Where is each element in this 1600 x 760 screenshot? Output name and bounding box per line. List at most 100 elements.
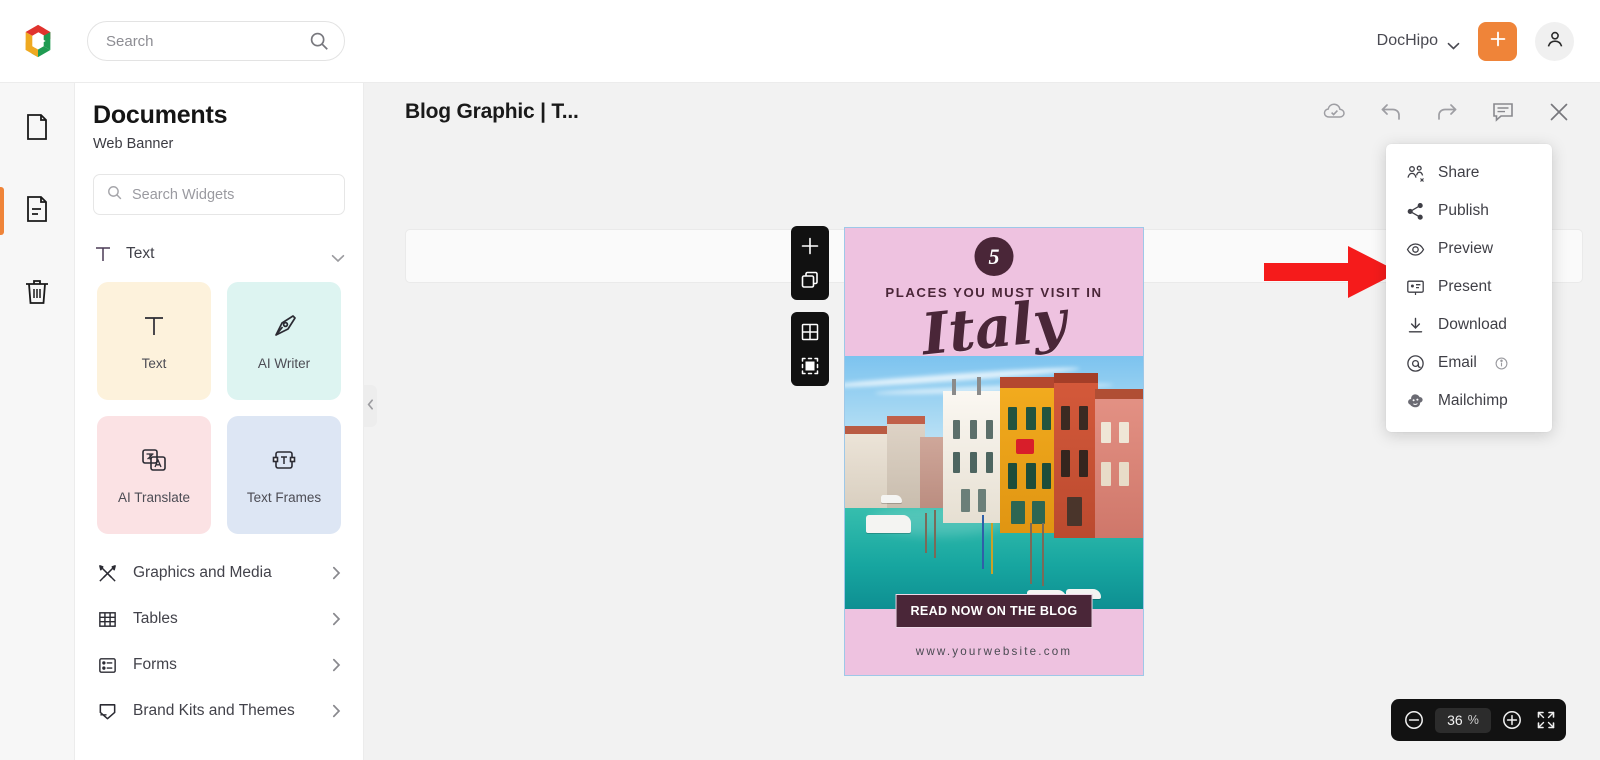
plus-icon[interactable] bbox=[799, 235, 821, 257]
design-website-url: www.yourwebsite.com bbox=[915, 645, 1073, 658]
brand-kit-icon bbox=[97, 701, 118, 722]
dochipo-editor-app: DocHipo bbox=[0, 0, 1600, 760]
sidebar-item-graphics-and-media[interactable]: Graphics and Media bbox=[75, 550, 363, 596]
presentation-screen-icon bbox=[1406, 278, 1425, 297]
category-list: Graphics and Media Tables Forms Brand Ki… bbox=[75, 534, 363, 734]
comment-bubble-icon[interactable] bbox=[1490, 99, 1516, 125]
menu-item-preview[interactable]: Preview bbox=[1386, 230, 1552, 268]
menu-item-publish[interactable]: Publish bbox=[1386, 192, 1552, 230]
top-bar: DocHipo bbox=[0, 0, 1600, 83]
photo-boat-vaporetto bbox=[865, 515, 911, 534]
forms-icon bbox=[97, 655, 118, 676]
photo-boat bbox=[880, 495, 902, 503]
widget-card-text[interactable]: Text bbox=[97, 282, 211, 400]
photo-building-orange bbox=[1053, 373, 1099, 539]
sidebar-item-forms[interactable]: Forms bbox=[75, 642, 363, 688]
chevron-right-icon bbox=[332, 658, 341, 672]
widget-search-input[interactable] bbox=[132, 186, 332, 203]
widget-label: AI Writer bbox=[257, 356, 311, 371]
document-title[interactable]: Blog Graphic | T... bbox=[364, 100, 579, 124]
user-avatar-icon bbox=[1544, 28, 1566, 55]
category-label: Text bbox=[126, 245, 155, 262]
plus-circle-icon[interactable] bbox=[1501, 709, 1523, 731]
brand-label: DocHipo bbox=[1376, 32, 1438, 49]
blank-document-icon bbox=[21, 111, 53, 148]
annotation-arrow-icon bbox=[1264, 246, 1399, 298]
mailchimp-monkey-icon bbox=[1406, 392, 1425, 411]
design-number-badge: 5 bbox=[974, 237, 1014, 276]
info-circle-icon[interactable] bbox=[1495, 357, 1508, 370]
search-input[interactable] bbox=[106, 32, 308, 50]
photo-building-yellow bbox=[999, 377, 1057, 534]
account-button[interactable] bbox=[1535, 21, 1574, 61]
chevron-down-icon bbox=[331, 250, 345, 262]
redo-arrow-icon[interactable] bbox=[1434, 99, 1460, 125]
grid-four-icon[interactable] bbox=[799, 321, 821, 343]
widget-card-ai-writer[interactable]: AI Writer bbox=[227, 282, 341, 400]
widget-card-ai-translate[interactable]: AI Translate bbox=[97, 416, 211, 534]
chevron-right-icon bbox=[332, 566, 341, 580]
crop-select-icon[interactable] bbox=[799, 355, 821, 377]
widget-card-text-frames[interactable]: Text Frames bbox=[227, 416, 341, 534]
canvas-float-tools bbox=[791, 226, 829, 398]
text-T-icon bbox=[139, 311, 169, 344]
menu-item-download[interactable]: Download bbox=[1386, 306, 1552, 344]
translate-icon bbox=[139, 445, 169, 478]
eye-icon bbox=[1406, 240, 1425, 259]
download-arrow-icon bbox=[1406, 316, 1425, 335]
sidebar-item-tables[interactable]: Tables bbox=[75, 596, 363, 642]
menu-item-label: Publish bbox=[1438, 202, 1489, 219]
share-nodes-icon bbox=[1406, 202, 1425, 221]
global-search[interactable] bbox=[87, 21, 345, 61]
document-lines-icon bbox=[21, 193, 53, 230]
menu-item-share[interactable]: Share bbox=[1386, 154, 1552, 192]
rail-item-documents[interactable] bbox=[0, 101, 75, 157]
create-new-button[interactable] bbox=[1478, 21, 1517, 61]
close-x-icon[interactable] bbox=[1546, 99, 1572, 125]
chevron-left-icon bbox=[367, 397, 374, 415]
rail-item-trash[interactable] bbox=[0, 265, 75, 321]
page-title: Documents bbox=[93, 101, 228, 129]
table-grid-icon bbox=[97, 609, 118, 630]
rail-item-templates[interactable] bbox=[0, 183, 75, 239]
design-canvas[interactable]: 5 PLACES YOU MUST VISIT IN Italy READ NO… bbox=[844, 227, 1144, 676]
brand-selector[interactable]: DocHipo bbox=[1377, 32, 1460, 50]
menu-item-label: Present bbox=[1438, 278, 1492, 295]
sidebar-item-brand-kits-and-themes[interactable]: Brand Kits and Themes bbox=[75, 688, 363, 734]
document-actions bbox=[1322, 99, 1600, 125]
menu-item-label: Mailchimp bbox=[1438, 392, 1508, 409]
widget-grid: Text AI Writer AI Translate Text Frames bbox=[75, 276, 363, 534]
sidebar-item-label: Brand Kits and Themes bbox=[133, 702, 295, 719]
zoom-level-value[interactable]: 36 % bbox=[1435, 707, 1491, 733]
menu-item-present[interactable]: Present bbox=[1386, 268, 1552, 306]
cloud-check-icon[interactable] bbox=[1322, 99, 1348, 125]
trash-icon bbox=[21, 275, 53, 312]
sidebar-item-label: Tables bbox=[133, 610, 178, 627]
expand-arrows-icon[interactable] bbox=[1535, 709, 1557, 731]
chevron-right-icon bbox=[332, 704, 341, 718]
page-tools-group bbox=[791, 226, 829, 300]
undo-arrow-icon[interactable] bbox=[1378, 99, 1404, 125]
document-type-label: Web Banner bbox=[93, 136, 174, 152]
widget-search[interactable] bbox=[93, 174, 345, 215]
widget-label: Text Frames bbox=[246, 490, 322, 505]
design-photo-venice[interactable] bbox=[845, 356, 1143, 609]
sidebar-collapse-handle[interactable] bbox=[363, 385, 377, 427]
text-T-icon bbox=[93, 244, 113, 264]
at-sign-icon bbox=[1406, 354, 1425, 373]
widget-label: AI Translate bbox=[117, 490, 191, 505]
photo-building-pink bbox=[1095, 388, 1143, 539]
widget-label: Text bbox=[141, 356, 167, 371]
topbar-right-group: DocHipo bbox=[1377, 21, 1600, 61]
photo-building-white-palazzo bbox=[943, 377, 1003, 523]
copy-duplicate-icon[interactable] bbox=[799, 269, 821, 291]
menu-item-email[interactable]: Email bbox=[1386, 344, 1552, 382]
document-header: Blog Graphic | T... bbox=[364, 83, 1600, 141]
app-logo-wrap[interactable] bbox=[0, 22, 75, 60]
menu-item-label: Preview bbox=[1438, 240, 1494, 257]
menu-item-mailchimp[interactable]: Mailchimp bbox=[1386, 382, 1552, 420]
category-header-text[interactable]: Text bbox=[75, 232, 363, 276]
search-icon[interactable] bbox=[308, 30, 330, 52]
menu-item-label: Share bbox=[1438, 164, 1480, 181]
minus-circle-icon[interactable] bbox=[1403, 709, 1425, 731]
